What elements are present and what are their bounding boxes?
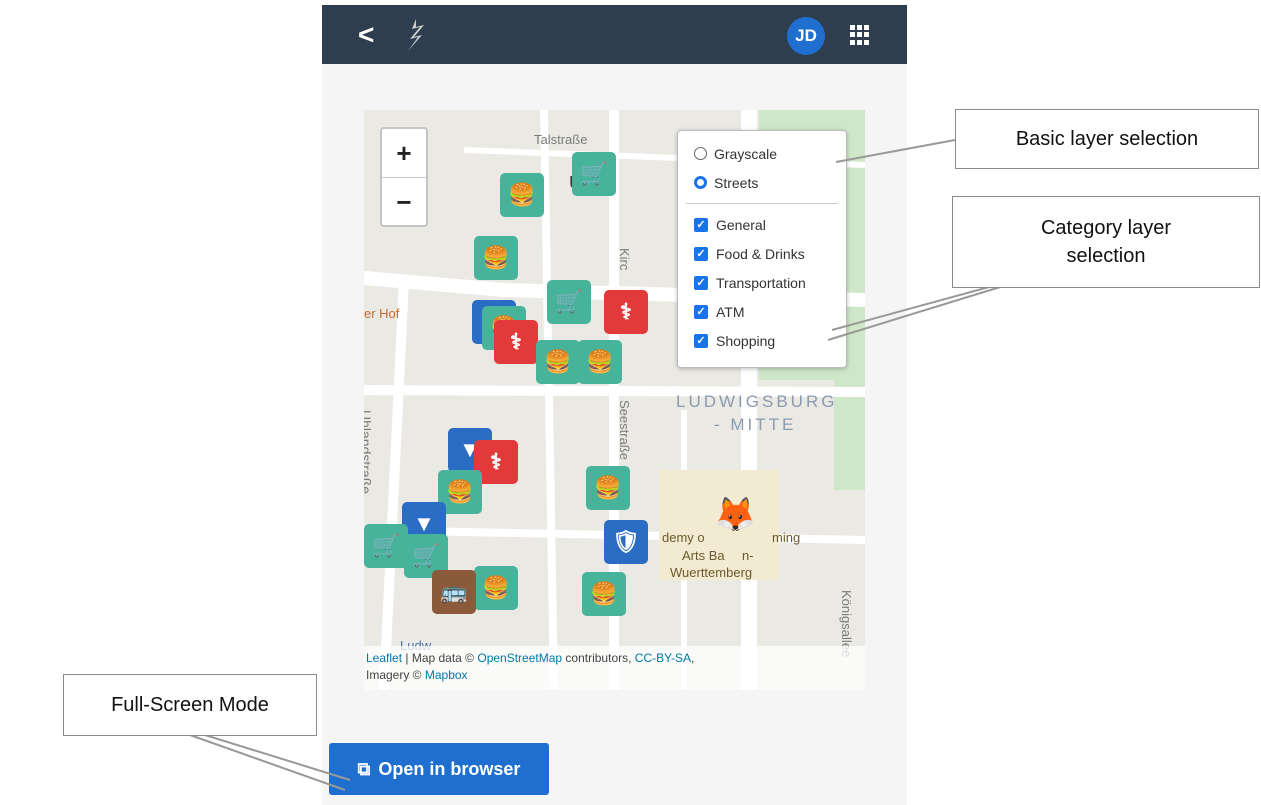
callout-category-layer: Category layer selection xyxy=(952,196,1260,288)
callout-basic-layer: Basic layer selection xyxy=(955,109,1259,169)
callout-fullscreen: Full-Screen Mode xyxy=(63,674,317,736)
